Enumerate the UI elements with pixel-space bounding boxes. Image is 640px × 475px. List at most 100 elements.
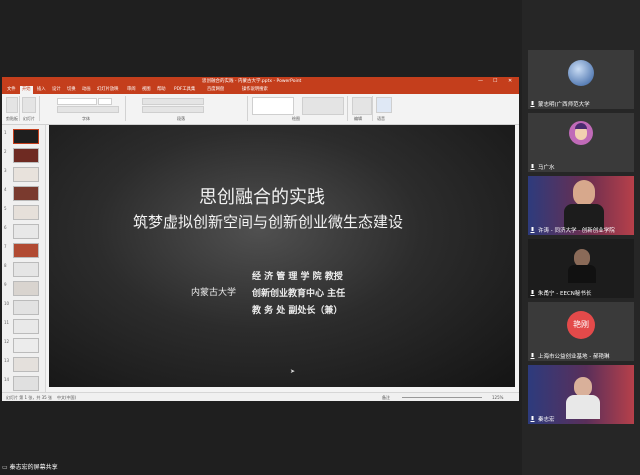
menu-animations[interactable]: 动画	[82, 86, 91, 94]
thumbnail-number: 13	[4, 358, 10, 363]
slide-thumbnail[interactable]	[13, 262, 39, 277]
mic-icon	[530, 290, 535, 296]
zoom-slider[interactable]	[402, 397, 482, 398]
slide-thumbnail[interactable]	[13, 148, 39, 163]
close-icon[interactable]: ✕	[508, 77, 512, 86]
zoom-level[interactable]: 125%	[492, 393, 503, 401]
font-name-box[interactable]	[57, 98, 97, 105]
participant-tile[interactable]: 马广水	[528, 113, 634, 172]
mouse-cursor-icon: ➤	[290, 368, 296, 375]
thumbnail-number: 1	[4, 130, 7, 135]
slide-thumbnail[interactable]	[13, 300, 39, 315]
mic-icon	[530, 227, 535, 233]
participant-tile[interactable]: 艳刚 上海市公益创业基地 - 郝艳琳	[528, 302, 634, 361]
tell-me-search[interactable]: 操作说明搜索	[242, 86, 268, 94]
slide-thumbnail[interactable]	[13, 129, 39, 144]
screen-share-text: 秦志宏的屏幕共享	[9, 464, 58, 471]
menu-slideshow[interactable]: 幻灯片放映	[97, 86, 118, 94]
menu-pdf-tools[interactable]: PDF工具集	[174, 86, 195, 94]
thumbnail-number: 11	[4, 320, 10, 325]
slide-university: 内蒙古大学	[191, 288, 237, 298]
participant-tile[interactable]: 秦志宏	[528, 365, 634, 424]
group-font: 字体	[82, 116, 90, 121]
text-avatar: 艳刚	[567, 311, 595, 339]
maximize-icon[interactable]: ☐	[493, 77, 497, 86]
globe-avatar	[568, 60, 594, 86]
slide-thumbnails[interactable]: 1 2 3 4 5 6 7 8 9 10 11 12 13 14	[2, 125, 46, 392]
status-bar: 幻灯片 第 1 张，共 35 张 中文(中国) 备注 125%	[2, 392, 519, 401]
paragraph-buttons[interactable]	[142, 98, 204, 105]
thumbnail-number: 12	[4, 339, 10, 344]
font-size-box[interactable]	[98, 98, 112, 105]
person-face	[573, 180, 595, 206]
person-body	[568, 265, 596, 283]
paste-icon[interactable]	[6, 97, 18, 113]
slide-line-2: 创新创业教育中心 主任	[252, 289, 346, 299]
participant-panel: 蒙志明(广西师范大学 马广水 许涛 - 同济大学 · 创新创业学院 朱甬宁 - …	[522, 0, 640, 475]
mic-icon	[530, 353, 535, 359]
slide-thumbnail[interactable]	[13, 281, 39, 296]
cartoon-avatar	[569, 121, 593, 145]
group-clipboard: 剪贴板	[6, 116, 18, 121]
menu-baidu[interactable]: 百度网盘	[207, 86, 224, 94]
slide-subtitle: 筑梦虚拟创新空间与创新创业微生态建设	[133, 213, 404, 231]
participant-name: 许涛 - 同济大学 · 创新创业学院	[538, 228, 615, 234]
slide-thumbnail[interactable]	[13, 357, 39, 372]
slide-line-3: 教 务 处 副处长（兼）	[252, 306, 343, 316]
mic-icon	[530, 164, 535, 170]
slide-title: 思创融合的实践	[199, 187, 325, 208]
notes-button[interactable]: 备注	[382, 393, 390, 401]
screen-share-icon: ▭	[2, 464, 8, 471]
slide-line-1: 经 济 管 理 学 院 教授	[252, 272, 343, 282]
menu-view[interactable]: 视图	[142, 86, 151, 94]
menu-insert[interactable]: 插入	[37, 86, 46, 94]
menu-help[interactable]: 帮助	[157, 86, 166, 94]
menu-home[interactable]: 开始	[20, 86, 33, 94]
window-title: 思创融合的实践 - 内蒙古大学.pptx - PowerPoint	[202, 79, 302, 84]
thumbnail-number: 8	[4, 263, 7, 268]
participant-tile[interactable]: 许涛 - 同济大学 · 创新创业学院	[528, 176, 634, 235]
minimize-icon[interactable]: —	[478, 77, 483, 86]
participant-tile[interactable]: 朱甬宁 - EECN秘书长	[528, 239, 634, 298]
powerpoint-window: 思创融合的实践 - 内蒙古大学.pptx - PowerPoint — ☐ ✕ …	[2, 77, 519, 401]
menu-file[interactable]: 文件	[7, 86, 16, 94]
person-body	[566, 395, 600, 419]
menu-transitions[interactable]: 切换	[67, 86, 76, 94]
ribbon: 剪贴板 幻灯片 字体 段落 绘图 编辑 语音	[2, 94, 519, 125]
group-paragraph: 段落	[177, 116, 185, 121]
participant-name: 朱甬宁 - EECN秘书长	[538, 291, 592, 297]
title-bar: 思创融合的实践 - 内蒙古大学.pptx - PowerPoint — ☐ ✕	[2, 77, 519, 86]
participant-tile[interactable]: 蒙志明(广西师范大学	[528, 50, 634, 109]
thumbnail-number: 6	[4, 225, 7, 230]
slide-thumbnail[interactable]	[13, 167, 39, 182]
group-drawing: 绘图	[292, 116, 300, 121]
slide-canvas[interactable]: 思创融合的实践 筑梦虚拟创新空间与创新创业微生态建设 内蒙古大学 经 济 管 理…	[49, 125, 515, 387]
participant-name: 蒙志明(广西师范大学	[538, 102, 590, 108]
font-format-buttons[interactable]	[57, 106, 119, 113]
screen-share-label: ▭ 秦志宏的屏幕共享	[2, 462, 58, 471]
group-slides: 幻灯片	[23, 116, 35, 121]
thumbnail-number: 5	[4, 206, 7, 211]
mic-icon	[530, 416, 535, 422]
slide-thumbnail[interactable]	[13, 205, 39, 220]
person-face	[574, 377, 592, 397]
thumbnail-number: 14	[4, 377, 10, 382]
thumbnail-number: 7	[4, 244, 7, 249]
arrange-styles-buttons[interactable]	[302, 97, 344, 115]
dictate-icon[interactable]	[376, 97, 392, 113]
slide-thumbnail[interactable]	[13, 186, 39, 201]
menu-design[interactable]: 设计	[52, 86, 61, 94]
menu-review[interactable]: 审阅	[127, 86, 136, 94]
slide-thumbnail[interactable]	[13, 319, 39, 334]
find-replace-buttons[interactable]	[352, 97, 372, 115]
thumbnail-number: 4	[4, 187, 7, 192]
thumbnail-number: 9	[4, 282, 7, 287]
group-voice: 语音	[377, 116, 385, 121]
slide-thumbnail[interactable]	[13, 376, 39, 391]
new-slide-icon[interactable]	[22, 97, 36, 113]
slide-thumbnail[interactable]	[13, 338, 39, 353]
shapes-gallery[interactable]	[252, 97, 294, 115]
slide-thumbnail[interactable]	[13, 224, 39, 239]
alignment-buttons[interactable]	[142, 106, 204, 113]
slide-thumbnail[interactable]	[13, 243, 39, 258]
